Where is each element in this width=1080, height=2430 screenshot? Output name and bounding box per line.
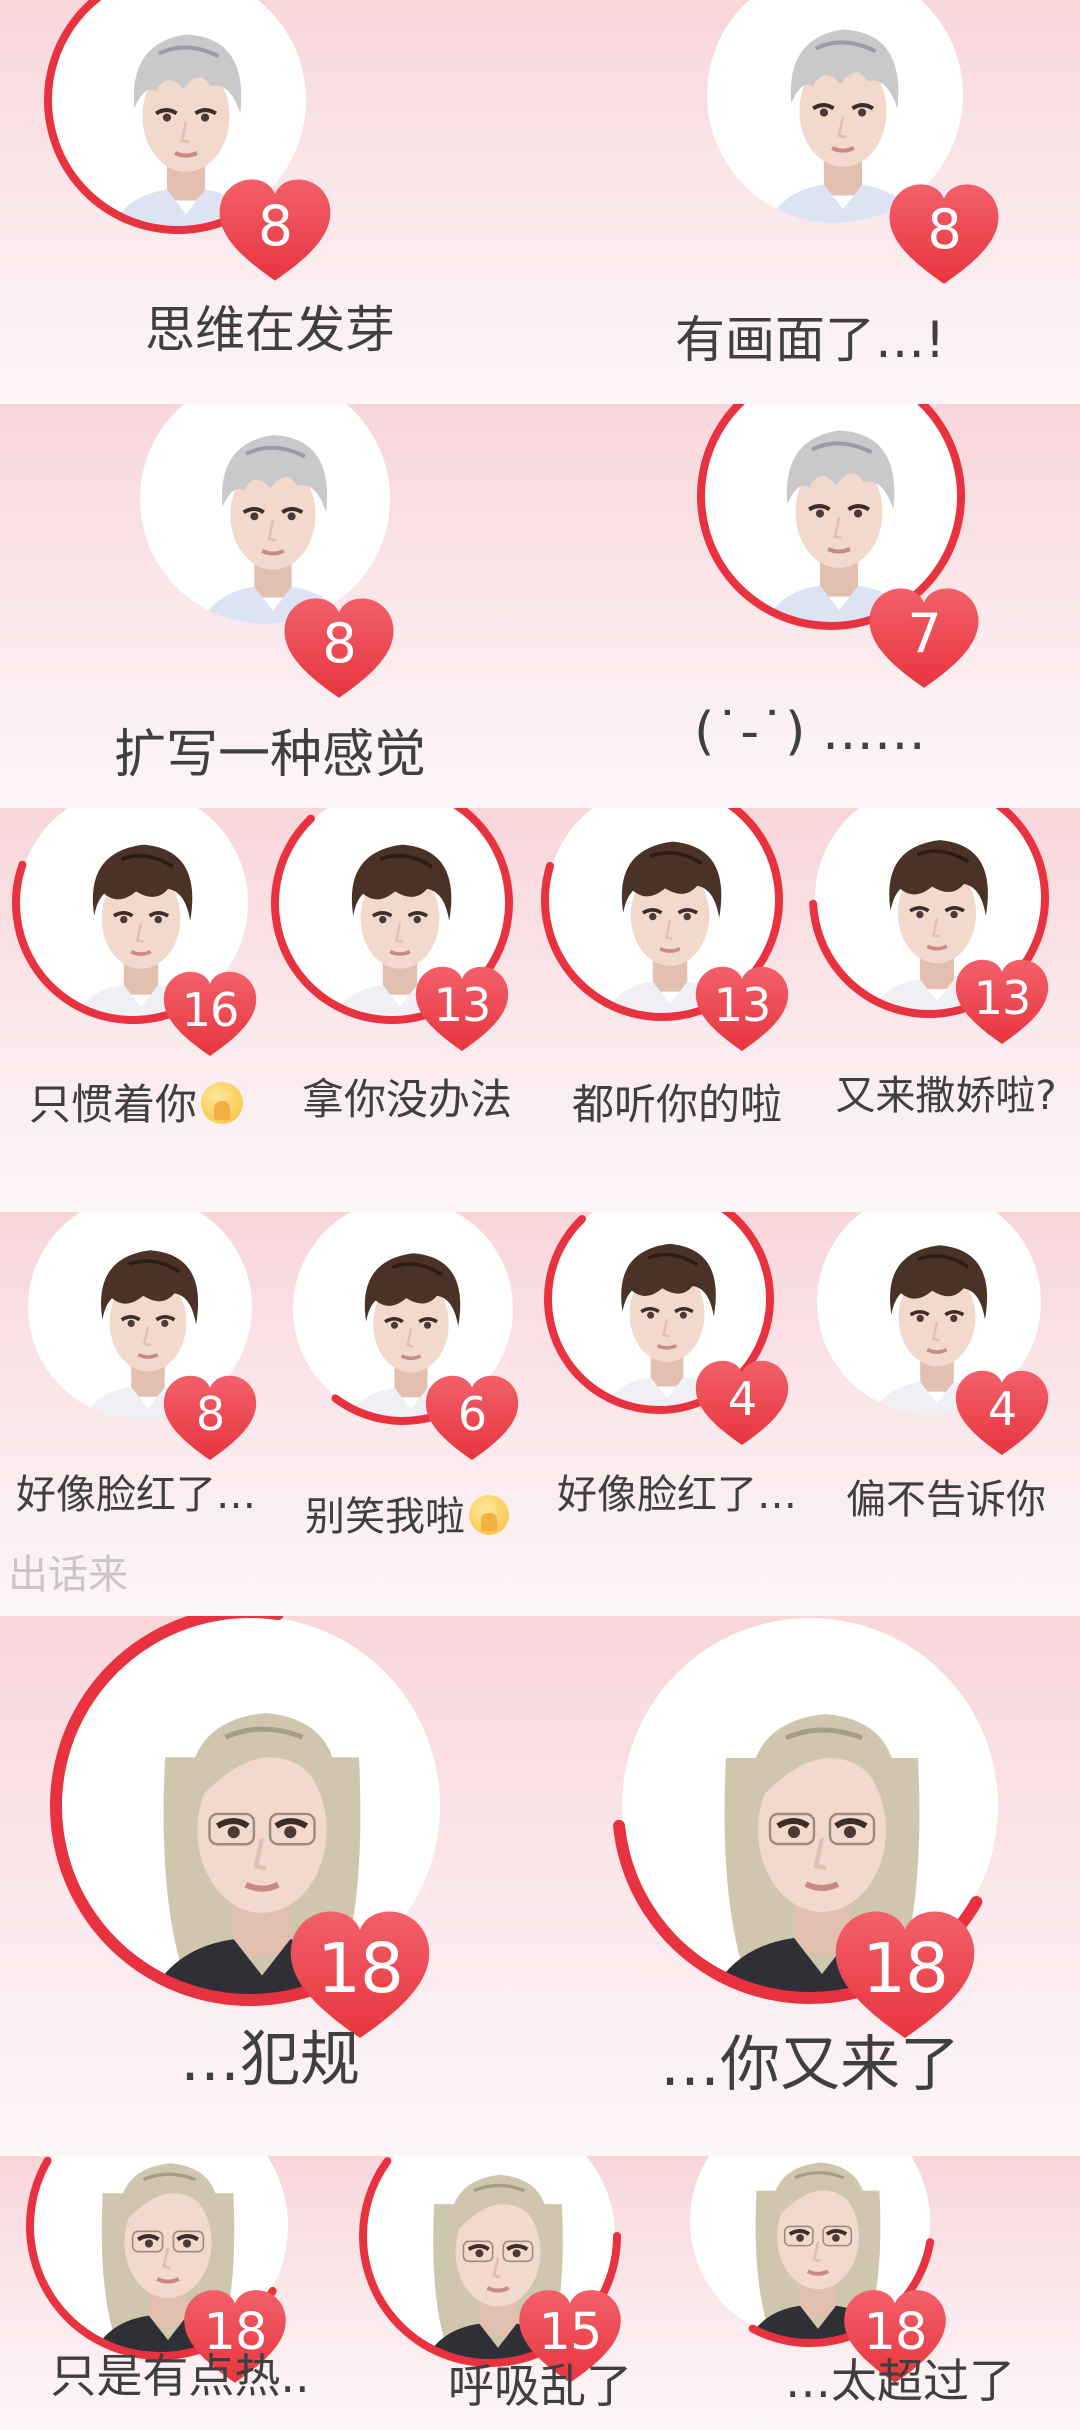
card-caption: 扩写一种感觉 (0, 712, 540, 787)
emotion-card[interactable]: 4 偏不告诉你 (812, 1212, 1080, 1616)
caption-text: 扩写一种感觉 (113, 725, 426, 785)
heart-count: 13 (973, 971, 1032, 1026)
card-caption: 有画面了…! (540, 300, 1080, 372)
heart-count: 13 (713, 978, 772, 1033)
card-caption: 好像脸红了… (0, 1462, 272, 1520)
heart-count-badge: 13 (412, 963, 512, 1055)
card-caption: …太超过了 (720, 2345, 1080, 2411)
card-caption: 思维在发芽 (0, 290, 540, 362)
card-caption: 呼吸乱了 (360, 2350, 720, 2416)
heart-count: 6 (457, 1387, 487, 1442)
card-caption: 只惯着你 (0, 1071, 272, 1132)
caption-text: 都听你的啦 (571, 1080, 782, 1129)
card-row-1: 8 思维在发芽 8 有画面了…! (0, 0, 1080, 404)
emotion-card[interactable]: 8 有画面了…! (540, 0, 1080, 404)
caption-text: 只是有点热.. (50, 2349, 310, 2403)
card-row-5: 18 …犯规 18 …你又来了 (0, 1616, 1080, 2156)
heart-count-badge: 4 (692, 1357, 792, 1449)
heart-count-badge: 16 (160, 968, 260, 1060)
caption-text: 思维在发芽 (145, 301, 395, 359)
emotion-card[interactable]: 18 只是有点热.. (0, 2156, 360, 2430)
card-caption: …你又来了 (540, 2016, 1080, 2103)
heart-count: 13 (433, 978, 492, 1033)
emotion-card[interactable]: 16 只惯着你 (0, 808, 272, 1212)
caption-text: …你又来了 (660, 2030, 960, 2100)
caption-text: (˙-˙) …… (694, 702, 926, 762)
heart-count-badge: 8 (885, 180, 1003, 289)
emotion-card[interactable]: 13 都听你的啦 (541, 808, 812, 1212)
pleading-face-emoji (201, 1082, 243, 1125)
heart-count: 8 (927, 198, 961, 262)
heart-count-badge: 8 (160, 1372, 260, 1464)
card-caption: 好像脸红了… (542, 1462, 812, 1520)
card-caption: 拿你没办法 (272, 1066, 542, 1127)
card-caption: 只是有点热.. (0, 2340, 360, 2406)
heart-count-badge: 13 (952, 956, 1052, 1048)
caption-text: 只惯着你 (28, 1080, 197, 1129)
card-caption: 都听你的啦 (542, 1071, 812, 1132)
card-caption: …犯规 (0, 2011, 540, 2098)
emotion-card[interactable]: 18 …太超过了 (684, 2156, 1080, 2430)
heart-count: 7 (907, 602, 941, 666)
card-caption: 别笑我啦 (272, 1484, 542, 1542)
caption-text: 又来撒娇啦? (835, 1073, 1057, 1119)
emotion-card[interactable]: 15 呼吸乱了 (359, 2156, 720, 2430)
caption-text: …犯规 (180, 2025, 360, 2095)
emotion-card[interactable]: 13 又来撒娇啦? (809, 808, 1080, 1212)
heart-count: 16 (181, 983, 240, 1038)
heart-count: 8 (258, 193, 293, 258)
emotion-card[interactable]: 8 思维在发芽 (0, 0, 540, 404)
card-row-4: 8 好像脸红了… 6 别笑我啦 4 好像脸红了… 4 偏不告诉你出话来 (0, 1212, 1080, 1616)
emotion-card[interactable]: 18 …犯规 (0, 1616, 540, 2156)
caption-text: 别笑我啦 (305, 1494, 465, 1540)
heart-count: 8 (195, 1387, 225, 1442)
heart-count-badge: 8 (280, 594, 398, 703)
heart-count-badge: 4 (952, 1367, 1052, 1459)
heart-count-badge: 7 (865, 584, 983, 693)
emotion-card[interactable]: 7 (˙-˙) …… (540, 404, 1080, 808)
caption-text: 拿你没办法 (301, 1075, 512, 1124)
caption-text: 偏不告诉你 (846, 1477, 1046, 1523)
pleading-face-emoji (469, 1494, 509, 1535)
caption-text: 好像脸红了… (16, 1472, 256, 1518)
caption-text: 有画面了…! (674, 311, 946, 369)
heart-count: 4 (727, 1372, 757, 1427)
emotion-card[interactable]: 4 好像脸红了… (542, 1212, 812, 1616)
emotion-card[interactable]: 13 拿你没办法 (271, 808, 542, 1212)
emotion-card[interactable]: 8 扩写一种感觉 (0, 404, 540, 808)
caption-text: …太超过了 (785, 2354, 1015, 2408)
card-caption: (˙-˙) …… (540, 702, 1080, 762)
heart-count-badge: 13 (692, 963, 792, 1055)
heart-count: 8 (322, 612, 356, 676)
heart-count-badge: 8 (215, 175, 335, 285)
card-row-3: 16 只惯着你 13 拿你没办法 13 都听你的啦 13 又来撒娇啦? (0, 808, 1080, 1212)
emotion-card[interactable]: 6 别笑我啦 (272, 1212, 542, 1616)
heart-count: 4 (987, 1382, 1017, 1437)
faded-caption: 出话来 (8, 1552, 128, 1598)
card-caption: 偏不告诉你 (812, 1467, 1080, 1525)
caption-text: 好像脸红了… (557, 1472, 797, 1518)
emotion-card[interactable]: 18 …你又来了 (540, 1616, 1080, 2156)
caption-text: 呼吸乱了 (448, 2359, 632, 2413)
heart-count-badge: 6 (422, 1372, 522, 1464)
card-caption: 又来撒娇啦? (812, 1063, 1080, 1121)
card-row-6: 18 只是有点热.. 15 呼吸乱了 18 …太超过了 (0, 2156, 1080, 2430)
heart-count: 18 (862, 1929, 949, 2010)
card-row-2: 8 扩写一种感觉 7 (˙-˙) …… (0, 404, 1080, 808)
